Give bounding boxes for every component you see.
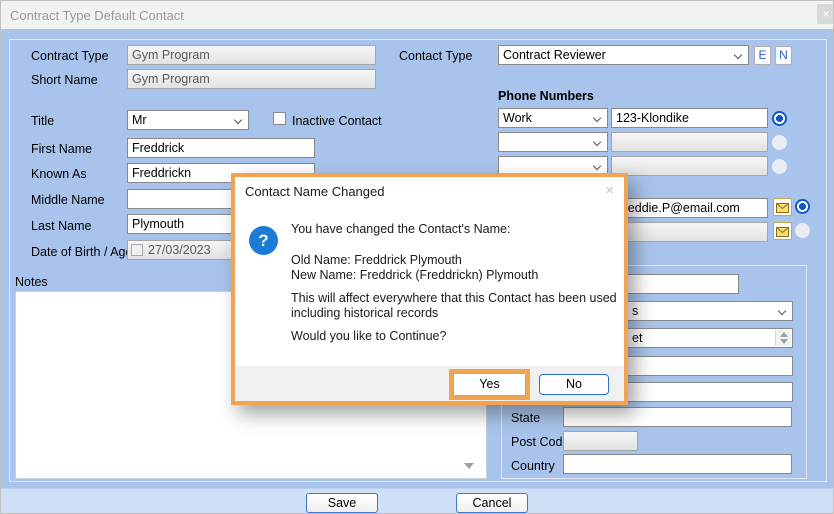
scroll-down-icon[interactable] bbox=[464, 463, 474, 469]
new-contact-button[interactable]: N bbox=[775, 46, 792, 65]
window-title: Contract Type Default Contact bbox=[10, 8, 184, 23]
contact-type-label: Contact Type bbox=[399, 49, 473, 63]
email-field[interactable]: Freddie.P@email.com bbox=[611, 198, 768, 218]
first-name-field[interactable]: Freddrick bbox=[127, 138, 315, 158]
street-number-stepper[interactable] bbox=[775, 330, 791, 346]
contact-name-changed-dialog: Contact Name Changed × ? You have change… bbox=[231, 173, 628, 405]
dialog-line1: You have changed the Contact's Name: bbox=[291, 222, 511, 236]
inactive-contact-label: Inactive Contact bbox=[292, 114, 382, 128]
chevron-down-icon bbox=[592, 161, 602, 171]
phone-primary-radio[interactable] bbox=[772, 111, 787, 126]
contact-type-dropdown[interactable]: Contract Reviewer bbox=[498, 45, 749, 65]
phone-number-field[interactable]: 123-Klondike bbox=[611, 108, 768, 128]
contract-contact-window: Contract Type Default Contact × Contract… bbox=[0, 0, 834, 514]
dialog-line5: Would you like to Continue? bbox=[291, 329, 447, 343]
question-icon: ? bbox=[249, 226, 278, 255]
dialog-close-icon[interactable]: × bbox=[605, 182, 614, 199]
dialog-message: You have changed the Contact's Name: Old… bbox=[291, 222, 636, 344]
title-label: Title bbox=[31, 114, 55, 128]
notes-label: Notes bbox=[15, 275, 48, 289]
chevron-down-icon bbox=[233, 115, 243, 125]
dob-label: Date of Birth / Age bbox=[31, 245, 133, 259]
envelope-icon bbox=[776, 227, 789, 237]
short-name-label: Short Name bbox=[31, 73, 98, 87]
dialog-title: Contact Name Changed bbox=[245, 184, 385, 199]
title-dropdown[interactable]: Mr bbox=[127, 110, 249, 130]
first-name-label: First Name bbox=[31, 142, 93, 156]
window-titlebar: Contract Type Default Contact × bbox=[1, 1, 833, 29]
middle-name-label: Middle Name bbox=[31, 193, 105, 207]
contract-type-label: Contract Type bbox=[31, 49, 109, 63]
chevron-down-icon bbox=[592, 137, 602, 147]
inactive-contact-checkbox[interactable] bbox=[273, 112, 286, 125]
post-code-label: Post Code bbox=[511, 435, 570, 449]
dialog-line4: This will affect everywhere that this Co… bbox=[291, 291, 617, 320]
dob-checkbox[interactable] bbox=[131, 244, 143, 256]
country-label: Country bbox=[511, 459, 555, 473]
window-close-button[interactable]: × bbox=[817, 4, 833, 24]
save-button[interactable]: Save bbox=[306, 493, 378, 513]
contract-type-field[interactable]: Gym Program bbox=[127, 45, 376, 65]
email-primary-radio[interactable] bbox=[795, 223, 810, 238]
spinner-up-icon[interactable] bbox=[779, 332, 788, 337]
phone-numbers-heading: Phone Numbers bbox=[498, 89, 594, 103]
envelope-icon bbox=[776, 203, 789, 213]
chevron-down-icon bbox=[733, 50, 743, 60]
phone-primary-radio[interactable] bbox=[772, 135, 787, 150]
country-field[interactable] bbox=[563, 454, 792, 474]
dialog-line2: Old Name: Freddrick Plymouth bbox=[291, 253, 462, 267]
post-code-field[interactable] bbox=[563, 431, 638, 451]
chevron-down-icon bbox=[777, 306, 787, 316]
send-email-button[interactable] bbox=[773, 198, 792, 216]
phone-primary-radio[interactable] bbox=[772, 159, 787, 174]
state-field[interactable] bbox=[563, 407, 792, 427]
phone-type-dropdown[interactable] bbox=[498, 132, 608, 152]
phone-number-field[interactable] bbox=[611, 156, 768, 176]
bottom-button-strip: Save Cancel bbox=[1, 488, 833, 513]
no-button[interactable]: No bbox=[539, 374, 609, 395]
edit-contact-button[interactable]: E bbox=[754, 46, 771, 65]
cancel-button[interactable]: Cancel bbox=[456, 493, 528, 513]
chevron-down-icon bbox=[592, 113, 602, 123]
short-name-field[interactable]: Gym Program bbox=[127, 69, 376, 89]
spinner-down-icon[interactable] bbox=[779, 339, 788, 344]
phone-type-dropdown[interactable]: Work bbox=[498, 108, 608, 128]
yes-button[interactable]: Yes bbox=[453, 373, 526, 396]
dialog-line3: New Name: Freddrick (Freddrickn) Plymout… bbox=[291, 268, 539, 282]
yes-button-highlight: Yes bbox=[449, 369, 530, 400]
email-primary-radio[interactable] bbox=[795, 199, 810, 214]
state-label: State bbox=[511, 411, 541, 425]
last-name-label: Last Name bbox=[31, 219, 92, 233]
send-email-button[interactable] bbox=[773, 222, 792, 240]
known-as-label: Known As bbox=[31, 167, 87, 181]
phone-number-field[interactable] bbox=[611, 132, 768, 152]
